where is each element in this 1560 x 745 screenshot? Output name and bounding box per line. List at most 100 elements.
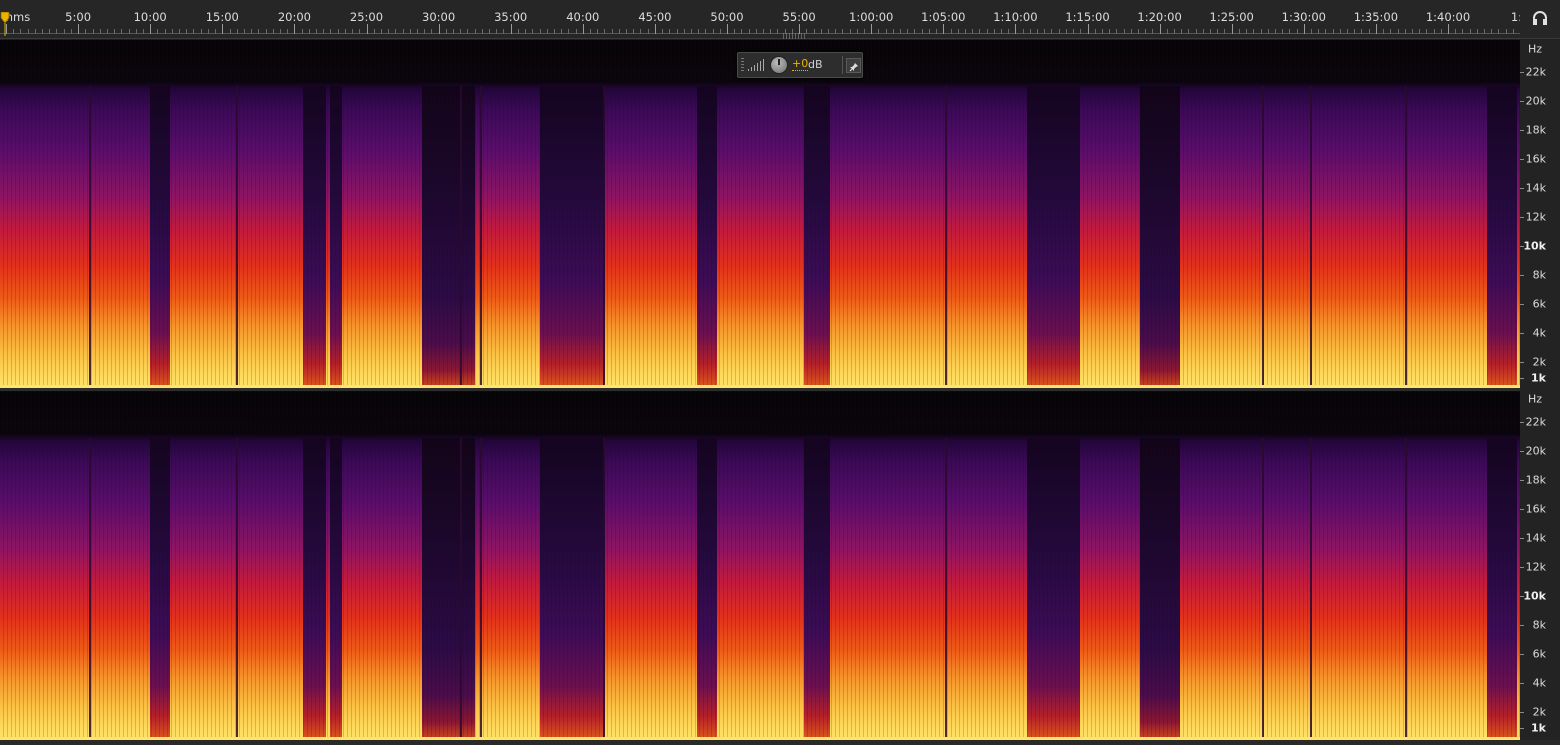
ruler-minor-tick: [907, 29, 909, 34]
ruler-minor-tick: [474, 29, 476, 34]
frequency-tick: [1520, 130, 1524, 131]
frequency-label: 6k: [1532, 647, 1546, 661]
ruler-minor-tick: [1000, 29, 1002, 34]
ruler-minor-tick: [164, 29, 166, 34]
gain-knob[interactable]: [770, 56, 788, 74]
frequency-tick: [1520, 683, 1524, 684]
frequency-tick: [1520, 625, 1524, 626]
ruler-minor-tick: [878, 29, 880, 34]
ruler-minor-tick: [481, 29, 483, 34]
frequency-label: 6k: [1532, 297, 1546, 311]
ruler-minor-tick: [647, 29, 649, 34]
frequency-label: 16k: [1525, 502, 1546, 516]
ruler-minor-tick: [964, 29, 966, 34]
ruler-minor-tick: [979, 29, 981, 34]
frequency-tick: [1520, 217, 1524, 218]
ruler-minor-tick: [1094, 29, 1096, 34]
ruler-minor-tick: [106, 29, 108, 34]
ruler-minor-tick: [157, 29, 159, 34]
ruler-minor-tick: [63, 29, 65, 34]
gain-value[interactable]: +0: [792, 58, 809, 71]
ruler-major-tick: [1087, 24, 1089, 34]
ruler-minor-tick: [676, 29, 678, 34]
ruler-minor-tick: [539, 29, 541, 34]
ruler-minor-tick: [950, 29, 952, 34]
frequency-label: 12k: [1525, 210, 1546, 224]
ruler-time-label: 20:00: [277, 10, 311, 24]
ruler-minor-tick: [1397, 29, 1399, 34]
ruler-minor-tick: [892, 29, 894, 34]
ruler-minor-tick: [770, 29, 772, 34]
ruler-minor-tick: [359, 29, 361, 34]
ruler-minor-tick: [229, 29, 231, 34]
pin-button[interactable]: [846, 58, 861, 73]
hud-drag-handle[interactable]: [783, 33, 805, 39]
ruler-minor-tick: [42, 29, 44, 34]
ruler-minor-tick: [395, 29, 397, 34]
ruler-major-tick: [366, 24, 368, 34]
ruler-minor-tick: [640, 29, 642, 34]
ruler-minor-tick: [1433, 29, 1435, 34]
time-ruler[interactable]: hms 5:00 10:00 15:00 20:00 25:00 30:00 35:00 40…: [0, 0, 1520, 39]
ruler-minor-tick: [517, 29, 519, 34]
ruler-minor-tick: [272, 29, 274, 34]
ruler-time-label: 55:00: [782, 10, 816, 24]
ruler-minor-tick: [928, 29, 930, 34]
ruler-minor-tick: [287, 29, 289, 34]
ruler-minor-tick: [1440, 29, 1442, 34]
ruler-minor-tick: [1008, 29, 1010, 34]
ruler-minor-tick: [1073, 29, 1075, 34]
ruler-minor-tick: [251, 29, 253, 34]
ruler-minor-tick: [856, 29, 858, 34]
bottom-scrollbar-track[interactable]: [0, 740, 1560, 745]
ruler-time-label: 25:00: [349, 10, 384, 24]
channel-left-spectrogram[interactable]: [0, 40, 1520, 388]
ruler-time-label: 40:00: [566, 10, 600, 24]
channel-divider[interactable]: [0, 388, 1560, 391]
ruler-minor-tick: [568, 29, 570, 34]
ruler-major-tick: [1159, 24, 1161, 34]
gain-hud[interactable]: +0 dB: [737, 52, 863, 78]
playhead-marker-icon[interactable]: [0, 12, 10, 36]
ruler-minor-tick: [626, 29, 628, 34]
ruler-minor-tick: [705, 29, 707, 34]
ruler-minor-tick: [575, 29, 577, 34]
pin-icon: [849, 63, 858, 72]
ruler-minor-tick: [611, 29, 613, 34]
ruler-minor-tick: [690, 29, 692, 34]
hz-unit-label: Hz: [1527, 392, 1542, 406]
spectrogram-texture: [0, 392, 1520, 740]
frequency-label: 18k: [1525, 123, 1546, 137]
ruler-minor-tick: [748, 29, 750, 34]
ruler-minor-tick: [1274, 29, 1276, 34]
ruler-minor-tick: [1188, 29, 1190, 34]
ruler-time-label: 50:00: [710, 10, 744, 24]
ruler-minor-tick: [337, 29, 339, 34]
ruler-minor-tick: [1354, 29, 1356, 34]
frequency-label: 20k: [1525, 94, 1546, 108]
ruler-minor-tick: [1246, 29, 1248, 34]
ruler-minor-tick: [489, 29, 491, 34]
ruler-minor-tick: [445, 29, 447, 34]
ruler-minor-tick: [402, 29, 404, 34]
ruler-time-label: 1:35:00: [1353, 10, 1399, 24]
frequency-label: 4k: [1532, 326, 1546, 340]
ruler-minor-tick: [114, 29, 116, 34]
hud-grip[interactable]: [741, 58, 744, 72]
headphones-icon[interactable]: [1532, 10, 1548, 26]
ruler-minor-tick: [258, 29, 260, 34]
ruler-minor-tick: [1029, 29, 1031, 34]
ruler-time-label: 15:00: [205, 10, 239, 24]
ruler-baseline: [0, 33, 1520, 34]
ruler-time-label: 1:25:00: [1209, 10, 1254, 24]
ruler-minor-tick: [373, 29, 375, 34]
ruler-minor-tick: [1426, 29, 1428, 34]
gain-unit: dB: [808, 58, 823, 71]
ruler-time-label: 1:4: [1510, 10, 1520, 24]
ruler-minor-tick: [496, 29, 498, 34]
frequency-label: 1k: [1531, 371, 1546, 385]
ruler-major-tick: [1375, 24, 1377, 34]
ruler-major-tick: [78, 24, 80, 34]
ruler-minor-tick: [900, 29, 902, 34]
channel-right-spectrogram[interactable]: [0, 392, 1520, 740]
